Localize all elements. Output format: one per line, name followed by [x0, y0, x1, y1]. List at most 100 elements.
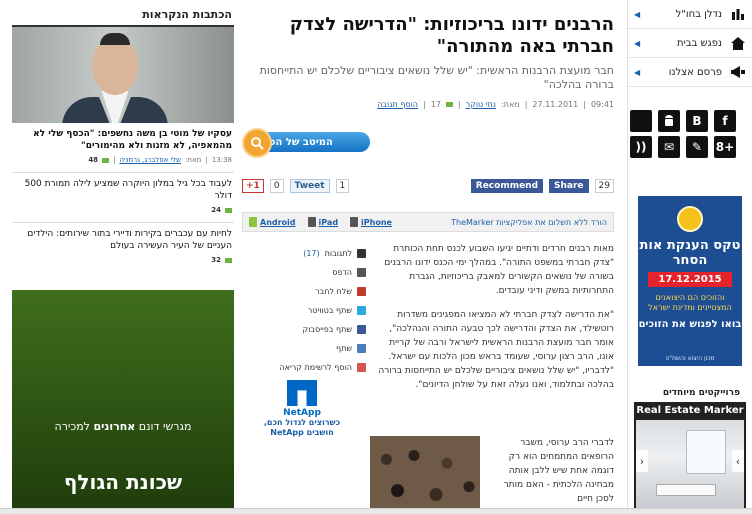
- iphone-app-link[interactable]: iPhone: [350, 217, 392, 227]
- netapp-ad[interactable]: NetApp כשרוצים לגדול חכם, חושבים NetApp: [252, 380, 352, 438]
- real-estate-marker-widget[interactable]: Real Estate Marker ‹ ›: [634, 402, 746, 510]
- meta-time: 09:41: [590, 100, 614, 109]
- meta-sep: |: [205, 156, 208, 164]
- story-time: 13:38: [211, 156, 232, 164]
- article: הרבנים ידונו בריכוזיות: "הדרישה לצדק חבר…: [242, 0, 614, 514]
- article-body: מאות רבנים חרדים ודתיים יגיעו השבוע לכנס…: [378, 242, 614, 402]
- table-shape: [656, 484, 716, 496]
- story-comment-count: 48: [88, 156, 99, 164]
- twitter-icon: [357, 306, 366, 315]
- iphone-icon: [350, 217, 359, 227]
- story-photo[interactable]: [12, 27, 234, 123]
- tool-label: שלח לחבר: [315, 287, 352, 296]
- comment-icon: [102, 157, 110, 163]
- apps-download-text[interactable]: הורד ללא תשלום את אפליקציות TheMarker: [404, 218, 607, 227]
- netapp-logo-icon: [287, 380, 317, 406]
- ipad-label: iPad: [318, 217, 339, 227]
- export-award-banner[interactable]: טקס הענקת אות הסחר 17.12.2015 והזוכים הם…: [638, 196, 742, 366]
- tweet-button[interactable]: Tweet: [289, 179, 330, 193]
- right-nav-column: נדלן בחו"ל ◀ נפגש בבית ◀ פרסם אצלנו ◀ B …: [627, 0, 752, 514]
- tool-label: שתף בטוויטר: [307, 306, 352, 315]
- android-icon[interactable]: [658, 110, 680, 132]
- tool-share-twitter[interactable]: שתף בטוויטר: [242, 301, 366, 320]
- tool-share[interactable]: שתף: [242, 339, 366, 358]
- edit-icon[interactable]: ✎: [686, 136, 708, 158]
- tool-label: שתף בפייסבוק: [302, 325, 352, 334]
- ad-title: שכונת הגולף: [63, 470, 183, 494]
- tool-reading-list[interactable]: הוסף לרשימת קריאה: [242, 358, 366, 377]
- story-by: מאת:: [185, 156, 202, 164]
- apple-icon[interactable]: [630, 110, 652, 132]
- list-item[interactable]: לעבוד בכל גיל במלון היוקרה שמציע לילה תמ…: [12, 173, 234, 223]
- blogger-icon[interactable]: B: [686, 110, 708, 132]
- banner-date: 17.12.2015: [648, 272, 732, 287]
- ipad-icon: [307, 217, 316, 227]
- facebook-recommend-button[interactable]: Recommend: [470, 179, 544, 193]
- comments-icon: [357, 249, 366, 258]
- list-item[interactable]: לחיות עם עכברים בקירות ודיירי בתור שירות…: [12, 223, 234, 272]
- story-title[interactable]: לחיות עם עכברים בקירות ודיירי בתור שירות…: [14, 228, 232, 252]
- ad-text-pre: מגרשי דונם: [138, 420, 192, 433]
- golf-neighborhood-ad[interactable]: מגרשי דונם אחרונים למכירה שכונת הגולף: [12, 290, 234, 514]
- story-title[interactable]: לעבוד בכל גיל במלון היוקרה שמציע לילה תמ…: [14, 178, 232, 202]
- most-read-column: הכתבות הנקראות עסקיו של מוטי בן משה נחשפ…: [12, 0, 234, 514]
- tool-count: (17): [303, 249, 320, 258]
- tool-share-facebook[interactable]: שתף בפייסבוק: [242, 320, 366, 339]
- facebook-share-button[interactable]: Share: [549, 179, 589, 193]
- home-icon: [730, 36, 746, 50]
- comment-count: 17: [430, 100, 441, 109]
- chevron-left-icon: ◀: [634, 9, 641, 19]
- meta-sep: |: [524, 100, 528, 109]
- story-comment-count: 24: [211, 206, 221, 214]
- share-icon: [357, 344, 366, 353]
- tool-print[interactable]: הדפס: [242, 263, 366, 282]
- add-comment-link[interactable]: הוסף תגובה: [377, 100, 418, 109]
- tool-send-friend[interactable]: שלח לחבר: [242, 282, 366, 301]
- android-app-link[interactable]: Android: [249, 217, 296, 227]
- meta-date: 27.11.2011: [532, 100, 579, 109]
- story-author-link[interactable]: שלי אפלברג, גרמניה: [119, 154, 181, 166]
- google-plus-one-button[interactable]: +1: [242, 179, 264, 193]
- carousel-next-icon[interactable]: ›: [732, 450, 744, 472]
- netapp-name: NetApp: [283, 408, 321, 418]
- article-paragraph: לדברי הרב ערוסי, משבר הרופאים המתמחים הו…: [503, 438, 614, 504]
- meta-sep: |: [583, 100, 586, 109]
- chevron-left-icon: ◀: [634, 38, 641, 48]
- iphone-label: iPhone: [361, 217, 392, 227]
- article-subhead: חבר מועצת הרבנות הראשית: "יש שלל נושאים …: [259, 64, 614, 91]
- facebook-icon: [357, 325, 366, 334]
- google-plus-icon[interactable]: 8+: [714, 136, 736, 158]
- tool-label: הדפס: [332, 268, 352, 277]
- facebook-icon[interactable]: f: [714, 110, 736, 132]
- article-best-button[interactable]: המיטב של הכתבה: [242, 128, 372, 158]
- ad-text-post: למכירה: [54, 420, 90, 433]
- nav-item-real-estate-abroad[interactable]: נדלן בחו"ל ◀: [628, 0, 752, 29]
- print-icon: [357, 268, 366, 277]
- nav-item-label: נדלן בחו"ל: [675, 8, 722, 20]
- story-title[interactable]: עסקיו של מוטי בן משה נחשפים: "הכסף שלי ל…: [14, 128, 232, 152]
- banner-text: והזוכים הם היצואנים המצטיינים ומדינת ישר…: [648, 293, 732, 312]
- carousel-prev-icon[interactable]: ‹: [636, 450, 648, 472]
- tool-label: הוסף לרשימת קריאה: [279, 363, 352, 372]
- nav-item-meet-home[interactable]: נפגש בבית ◀: [628, 29, 752, 58]
- article-meta: 09:41 | 27.11.2011 | מאת: נתי טוקר | 17 …: [242, 100, 614, 109]
- mail-icon[interactable]: ✉: [658, 136, 680, 158]
- nav-item-label: פרסם אצלנו: [668, 66, 722, 78]
- article-paragraph: מאות רבנים חרדים ודתיים יגיעו השבוע לכנס…: [384, 244, 614, 296]
- ipad-app-link[interactable]: iPad: [307, 217, 339, 227]
- story-comment-count: 32: [211, 256, 221, 264]
- meta-by: מאת:: [500, 100, 520, 109]
- list-item[interactable]: עסקיו של מוטי בן משה נחשפים: "הכסף שלי ל…: [12, 123, 234, 173]
- author-link[interactable]: נתי טוקר: [466, 100, 496, 109]
- social-icons-grid: B f )) ✉ ✎ 8+: [630, 110, 740, 158]
- horizontal-scrollbar[interactable]: [0, 508, 752, 514]
- meta-sep: |: [113, 156, 116, 164]
- tool-comments[interactable]: לתגובות (17): [242, 244, 366, 263]
- article-headline: הרבנים ידונו בריכוזיות: "הדרישה לצדק חבר…: [289, 14, 614, 57]
- nav-item-advertise[interactable]: פרסם אצלנו ◀: [628, 58, 752, 87]
- window-shape: [686, 430, 726, 474]
- megaphone-icon: [730, 65, 746, 79]
- crowd-photo: [370, 436, 480, 514]
- share-buttons-row: +1 0 Tweet 1 Recommend Share 29: [242, 176, 614, 196]
- rss-icon[interactable]: )): [630, 136, 652, 158]
